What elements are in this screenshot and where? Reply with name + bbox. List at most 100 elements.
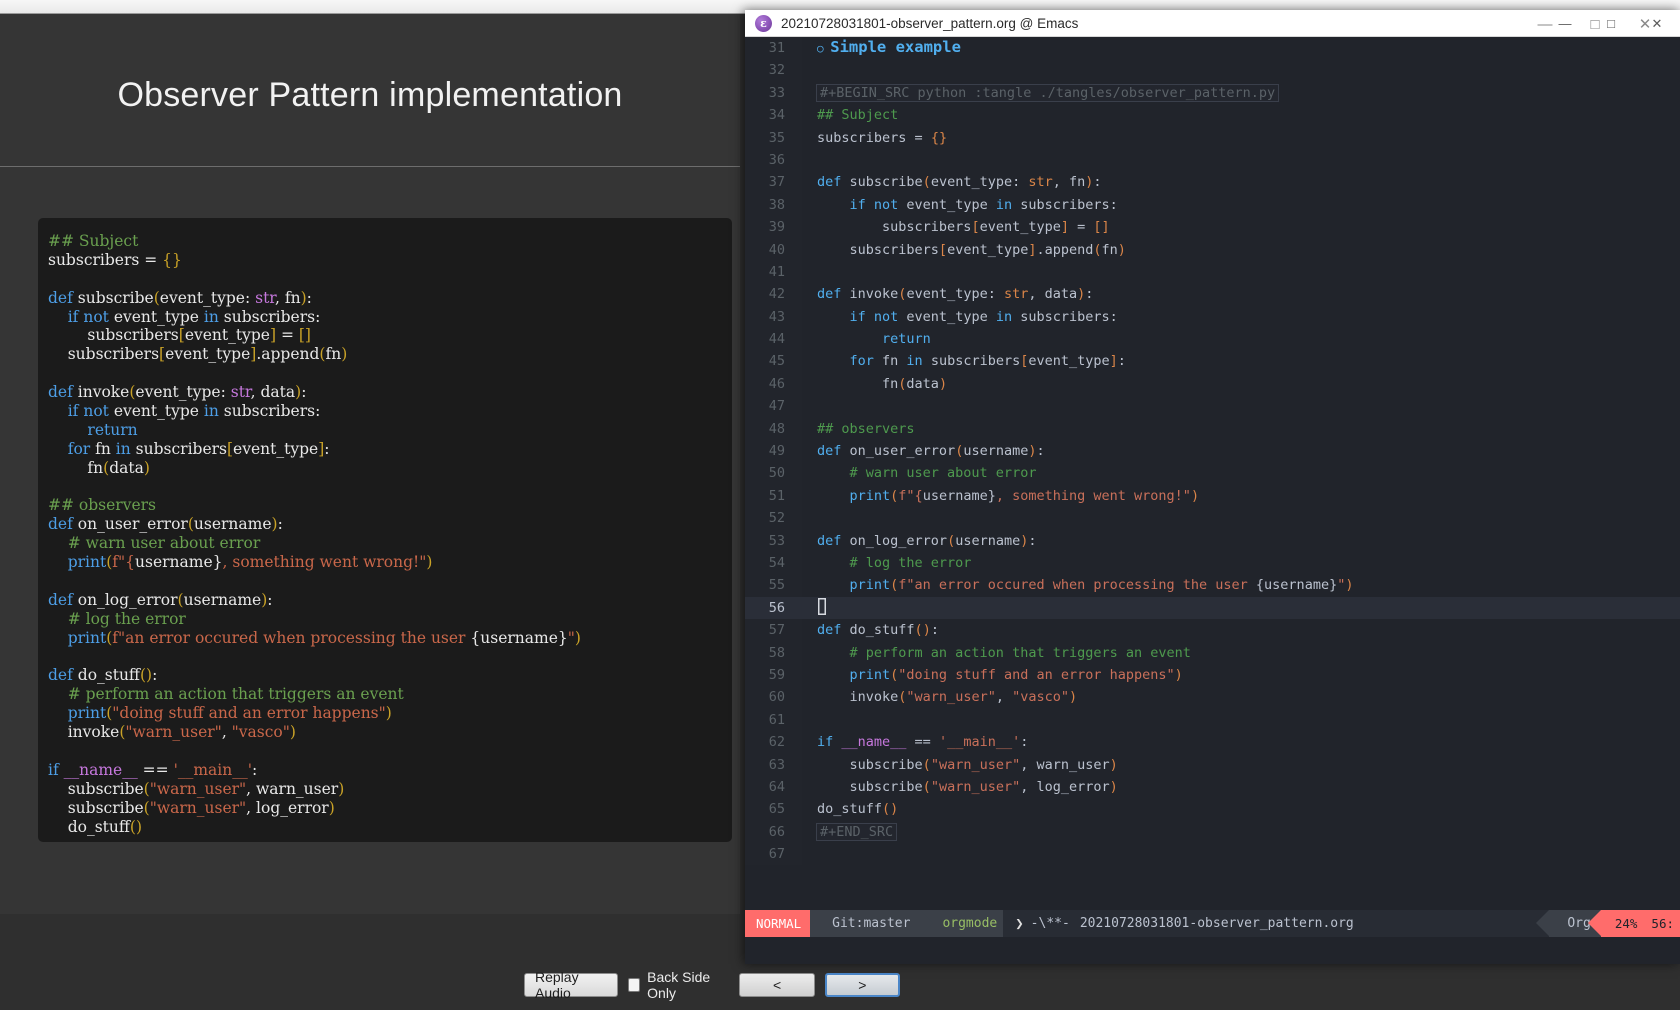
code-token: "warn_user" xyxy=(906,689,996,706)
emacs-buffer-line[interactable]: 47 xyxy=(745,395,1680,418)
emacs-buffer-line[interactable]: 36 xyxy=(745,148,1680,172)
maximize-icon[interactable]: □ xyxy=(1578,12,1612,38)
slide-code-line: def subscribe(event_type: str, fn): xyxy=(48,289,722,308)
line-content[interactable] xyxy=(802,507,825,529)
line-number: 52 xyxy=(745,507,802,530)
line-content[interactable]: # log the error xyxy=(802,552,972,574)
checkbox-box-icon[interactable] xyxy=(627,978,641,992)
line-content[interactable]: def on_log_error(username): xyxy=(802,530,1037,552)
emacs-buffer-lines[interactable]: 31 ○ Simple example 32 33 #+BEGIN_SRC pytho… xyxy=(745,37,1680,937)
emacs-buffer-line[interactable]: 67 xyxy=(745,843,1680,866)
line-content[interactable]: if not event_type in subscribers: xyxy=(802,306,1118,328)
code-token: "doing stuff and an error happens" xyxy=(898,666,1175,683)
line-content[interactable]: subscribe("warn_user", warn_user) xyxy=(802,754,1118,776)
code-token: : xyxy=(1028,532,1037,549)
emacs-buffer-line[interactable]: 46 fn(data) xyxy=(745,372,1680,396)
emacs-buffer-line[interactable]: 52 xyxy=(745,507,1680,530)
code-token: ] xyxy=(1060,219,1069,236)
line-content[interactable]: if __name__ == '__main__': xyxy=(802,731,1028,753)
emacs-buffer-line[interactable]: 61 xyxy=(745,708,1680,732)
emacs-buffer-line[interactable]: 41 xyxy=(745,260,1680,284)
line-content[interactable]: print(f"{username}, something went wrong… xyxy=(802,485,1200,507)
emacs-buffer-line[interactable]: 43 if not event_type in subscribers: xyxy=(745,305,1680,329)
line-content[interactable]: ## Subject xyxy=(802,104,898,126)
line-content[interactable]: # warn user about error xyxy=(802,462,1037,484)
emacs-buffer-line[interactable]: 50 # warn user about error xyxy=(745,462,1680,485)
line-content[interactable]: for fn in subscribers[event_type]: xyxy=(802,350,1126,372)
emacs-buffer-line[interactable]: 54 # log the error xyxy=(745,551,1680,575)
line-content[interactable] xyxy=(802,395,825,417)
emacs-buffer-line[interactable]: 55 print(f"an error occured when process… xyxy=(745,574,1680,597)
line-content[interactable] xyxy=(802,843,825,865)
emacs-buffer-line[interactable]: 56 xyxy=(745,596,1680,620)
emacs-buffer-line[interactable]: 60 invoke("warn_user", "vasco") xyxy=(745,686,1680,709)
emacs-buffer-line[interactable]: 64 subscribe("warn_user", log_error) xyxy=(745,775,1680,799)
line-content[interactable]: do_stuff() xyxy=(802,798,898,820)
line-content[interactable]: subscribers[event_type] = [] xyxy=(802,216,1110,238)
emacs-buffer-line[interactable]: 45 for fn in subscribers[event_type]: xyxy=(745,350,1680,373)
code-token: "warn_user" xyxy=(930,778,1021,795)
emacs-buffer-line[interactable]: 58 # perform an action that triggers an … xyxy=(745,641,1680,664)
line-content[interactable]: subscribe("warn_user", log_error) xyxy=(802,776,1118,798)
line-content[interactable]: #+BEGIN_SRC python :tangle ./tangles/obs… xyxy=(802,82,1279,104)
line-content[interactable]: subscribers[event_type].append(fn) xyxy=(802,239,1126,261)
line-content[interactable]: subscribers = {} xyxy=(802,127,947,149)
line-content[interactable]: def do_stuff(): xyxy=(802,619,939,641)
previous-card-button[interactable]: < xyxy=(739,973,815,997)
line-number: 39 xyxy=(745,216,802,239)
modeline-vcs[interactable]: Git:master xyxy=(810,910,934,937)
line-content[interactable]: # perform an action that triggers an eve… xyxy=(802,642,1191,664)
code-token: ( xyxy=(914,622,923,639)
emacs-buffer-line[interactable]: 37 def subscribe(event_type: str, fn): xyxy=(745,171,1680,194)
emacs-buffer-line[interactable]: 49 def on_user_error(username): xyxy=(745,440,1680,463)
line-content[interactable]: ○ Simple example xyxy=(802,37,961,60)
emacs-buffer-line[interactable]: 51 print(f"{username}, something went wr… xyxy=(745,484,1680,508)
emacs-buffer-line[interactable]: 63 subscribe("warn_user", warn_user) xyxy=(745,753,1680,776)
code-token: , something went wrong!" xyxy=(995,487,1191,504)
emacs-buffer-line[interactable]: 35 subscribers = {} xyxy=(745,126,1680,149)
emacs-buffer-line[interactable]: 66 #+END_SRC xyxy=(745,820,1680,844)
emacs-buffer-line[interactable]: 33 #+BEGIN_SRC python :tangle ./tangles/o… xyxy=(745,81,1680,105)
line-content[interactable]: def on_user_error(username): xyxy=(802,440,1045,462)
next-card-button[interactable]: > xyxy=(824,973,900,997)
line-content[interactable] xyxy=(802,597,826,619)
line-content[interactable]: ## observers xyxy=(802,418,915,440)
emacs-buffer-line[interactable]: 31 ○ Simple example xyxy=(745,37,1680,60)
emacs-buffer-line[interactable]: 57 def do_stuff(): xyxy=(745,619,1680,642)
line-content[interactable] xyxy=(802,709,825,731)
emacs-buffer-line[interactable]: 34 ## Subject xyxy=(745,104,1680,127)
line-content[interactable]: fn(data) xyxy=(802,373,947,395)
line-content[interactable]: #+END_SRC xyxy=(802,821,897,843)
emacs-buffer-line[interactable]: 32 xyxy=(745,59,1680,82)
emacs-buffer-line[interactable]: 48 ## observers xyxy=(745,417,1680,441)
emacs-buffer-line[interactable]: 38 if not event_type in subscribers: xyxy=(745,193,1680,217)
line-content[interactable] xyxy=(802,149,825,171)
slide-code-line: subscribe("warn_user", log_error) xyxy=(48,799,722,818)
line-content[interactable]: return xyxy=(802,328,931,350)
back-side-only-checkbox[interactable]: Back Side Only xyxy=(627,969,730,1001)
emacs-buffer-line[interactable]: 53 def on_log_error(username): xyxy=(745,529,1680,552)
line-number: 41 xyxy=(745,260,802,284)
emacs-buffer-line[interactable]: 59 print("doing stuff and an error happe… xyxy=(745,663,1680,687)
line-content[interactable]: print("doing stuff and an error happens"… xyxy=(802,664,1183,686)
line-content[interactable]: if not event_type in subscribers: xyxy=(802,194,1118,216)
emacs-buffer-line[interactable]: 39 subscribers[event_type] = [] xyxy=(745,216,1680,239)
line-content[interactable]: invoke("warn_user", "vasco") xyxy=(802,686,1078,708)
emacs-app-icon: ε xyxy=(755,14,772,32)
emacs-window[interactable]: ε 20210728031801-observer_pattern.org @ … xyxy=(745,10,1680,964)
minimize-icon[interactable]: — xyxy=(1528,12,1562,38)
emacs-buffer-area[interactable]: 31 ○ Simple example 32 33 #+BEGIN_SRC pytho… xyxy=(745,37,1680,937)
emacs-buffer-line[interactable]: 62 if __name__ == '__main__': xyxy=(745,731,1680,754)
line-content[interactable] xyxy=(802,261,825,283)
emacs-buffer-line[interactable]: 44 return xyxy=(745,328,1680,351)
emacs-buffer-line[interactable]: 42 def invoke(event_type: str, data): xyxy=(745,283,1680,306)
line-content[interactable]: print(f"an error occured when processing… xyxy=(802,574,1354,596)
close-icon[interactable]: ✕ xyxy=(1628,12,1662,38)
emacs-buffer-line[interactable]: 40 subscribers[event_type].append(fn) xyxy=(745,238,1680,261)
replay-audio-button[interactable]: Replay Audio xyxy=(524,969,618,1001)
line-content[interactable]: def subscribe(event_type: str, fn): xyxy=(802,171,1102,193)
line-content[interactable]: def invoke(event_type: str, data): xyxy=(802,283,1093,305)
emacs-buffer-line[interactable]: 65 do_stuff() xyxy=(745,798,1680,821)
line-content[interactable] xyxy=(802,59,825,81)
